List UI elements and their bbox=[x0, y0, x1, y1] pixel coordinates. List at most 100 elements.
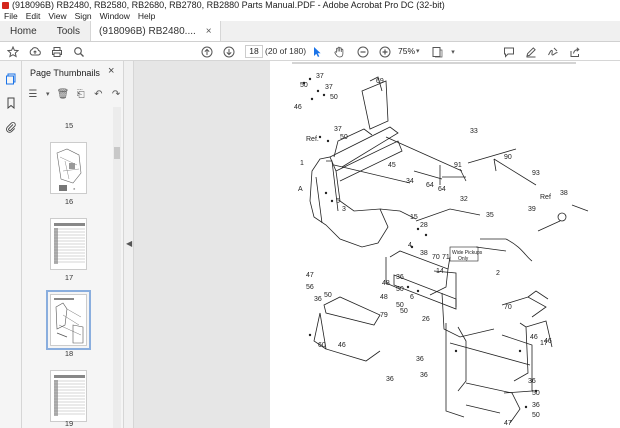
callout: 28 bbox=[420, 222, 428, 229]
callout: 47 bbox=[306, 272, 314, 279]
parts-diagram: 37 50 37 50 69 46 Ref. 37 50 33 1 45 91 … bbox=[292, 62, 589, 427]
window-title-bar: (918096B) RB2480, RB2580, RB2680, RB2780… bbox=[0, 0, 620, 11]
attachments-icon[interactable] bbox=[5, 121, 17, 133]
callout: 35 bbox=[486, 212, 494, 219]
thumbnail-options-icon[interactable]: ☰ bbox=[27, 89, 39, 100]
search-icon[interactable] bbox=[72, 44, 86, 59]
menu-view[interactable]: View bbox=[48, 11, 66, 21]
thumbnail-image bbox=[54, 223, 85, 264]
callout: 56 bbox=[306, 284, 314, 291]
hand-icon[interactable] bbox=[332, 44, 346, 59]
callout: 1 bbox=[300, 160, 304, 167]
menu-edit[interactable]: Edit bbox=[26, 11, 41, 21]
callout: 70 bbox=[504, 304, 512, 311]
callout: 36 bbox=[416, 356, 424, 363]
extract-page-icon[interactable]: ⎗ bbox=[75, 89, 87, 100]
zoom-in-icon[interactable] bbox=[378, 44, 392, 59]
callout: 50 bbox=[340, 134, 348, 141]
thumbnail-scrollbar-thumb[interactable] bbox=[114, 147, 120, 159]
sign-icon[interactable] bbox=[546, 44, 560, 59]
thumbnail-label: 18 bbox=[64, 349, 74, 358]
callout: 37 bbox=[325, 84, 333, 91]
callout: 50 bbox=[300, 82, 308, 89]
callout: 50 bbox=[324, 292, 332, 299]
thumbnail-image bbox=[54, 298, 84, 344]
callout: 36 bbox=[396, 274, 404, 281]
callout: 39 bbox=[528, 206, 536, 213]
callout: 48 bbox=[382, 280, 390, 287]
callout: 69 bbox=[376, 78, 384, 85]
callout: 14 bbox=[436, 268, 444, 275]
panel-close-icon[interactable]: × bbox=[108, 65, 114, 77]
callout: 36 bbox=[532, 402, 540, 409]
pen-icon[interactable] bbox=[524, 44, 538, 59]
page-number-input[interactable]: 18 bbox=[245, 45, 263, 58]
callout: 36 bbox=[314, 296, 322, 303]
callout: 50 bbox=[400, 308, 408, 315]
pdf-page: 37 50 37 50 69 46 Ref. 37 50 33 1 45 91 … bbox=[270, 61, 620, 428]
thumbnail-page-18[interactable] bbox=[46, 290, 91, 350]
share-icon[interactable] bbox=[568, 44, 582, 59]
menu-window[interactable]: Window bbox=[100, 11, 130, 21]
callout: 50 bbox=[532, 412, 540, 419]
callout: 46 bbox=[338, 342, 346, 349]
callout: 71 bbox=[442, 254, 450, 261]
undo-icon[interactable]: ↶ bbox=[92, 89, 104, 100]
callout: 60 bbox=[318, 342, 326, 349]
callout: 70 bbox=[432, 254, 440, 261]
svg-text:✕: ✕ bbox=[73, 187, 76, 191]
thumbnail-scrollbar[interactable] bbox=[113, 107, 121, 428]
callout: 93 bbox=[532, 170, 540, 177]
thumbnail-page-17[interactable] bbox=[50, 218, 87, 270]
print-icon[interactable] bbox=[50, 44, 64, 59]
thumbnail-label: 17 bbox=[64, 273, 74, 282]
panel-toolbar: ☰ ▾ 🗑 ⎗ ↶ ↷ bbox=[27, 86, 122, 102]
tab-close-icon[interactable]: × bbox=[206, 21, 212, 42]
delete-page-icon[interactable]: 🗑 bbox=[57, 89, 70, 100]
select-arrow-icon[interactable] bbox=[310, 44, 324, 59]
zoom-out-icon[interactable] bbox=[356, 44, 370, 59]
document-viewer[interactable]: 37 50 37 50 69 46 Ref. 37 50 33 1 45 91 … bbox=[134, 61, 620, 428]
thumbnails-panel: Page Thumbnails × ☰ ▾ 🗑 ⎗ ↶ ↷ 15 ✕ 16 17… bbox=[22, 61, 124, 428]
zoom-level[interactable]: 75% bbox=[398, 45, 415, 58]
callout: 38 bbox=[560, 190, 568, 197]
zoom-dropdown-icon[interactable]: ▾ bbox=[416, 45, 420, 58]
upload-icon[interactable] bbox=[28, 44, 42, 59]
thumbnail-page-16[interactable]: ✕ bbox=[50, 142, 87, 194]
callout: 2 bbox=[496, 270, 500, 277]
page-down-icon[interactable] bbox=[222, 44, 236, 59]
panel-title: Page Thumbnails bbox=[30, 68, 100, 78]
thumbnail-image: ✕ bbox=[56, 148, 82, 191]
page-up-icon[interactable] bbox=[200, 44, 214, 59]
callout: 4 bbox=[408, 242, 412, 249]
callout: 26 bbox=[422, 316, 430, 323]
menu-help[interactable]: Help bbox=[138, 11, 155, 21]
collapse-panel-icon[interactable]: ◀ bbox=[126, 239, 132, 248]
thumbnail-page-19[interactable] bbox=[50, 370, 87, 422]
navigation-rail bbox=[0, 61, 22, 428]
comment-icon[interactable] bbox=[502, 44, 516, 59]
callout: 5 bbox=[336, 198, 340, 205]
options-dropdown-icon[interactable]: ▾ bbox=[45, 90, 51, 98]
tab-tools[interactable]: Tools bbox=[47, 21, 90, 41]
tab-home[interactable]: Home bbox=[0, 21, 47, 41]
fit-page-icon[interactable] bbox=[430, 44, 444, 59]
callout: 36 bbox=[528, 378, 536, 385]
menu-sign[interactable]: Sign bbox=[75, 11, 92, 21]
callout: 90 bbox=[504, 154, 512, 161]
main-toolbar: 18 (20 of 180) 75% ▾ ▾ bbox=[0, 42, 620, 61]
menu-file[interactable]: File bbox=[4, 11, 18, 21]
page-thumbnails-icon[interactable] bbox=[5, 73, 17, 85]
bookmarks-icon[interactable] bbox=[5, 97, 17, 110]
callout: 47 bbox=[504, 420, 512, 427]
redo-icon[interactable]: ↷ bbox=[110, 89, 122, 100]
thumbnail-label: 15 bbox=[64, 121, 74, 130]
thumbnail-label: 16 bbox=[64, 197, 74, 206]
callout: 37 bbox=[334, 126, 342, 133]
fit-page-dropdown-icon[interactable]: ▾ bbox=[448, 44, 458, 59]
bookmark-star-icon[interactable] bbox=[6, 44, 20, 59]
panel-splitter[interactable]: ◀ bbox=[124, 61, 134, 428]
tab-document[interactable]: (918096B) RB2480.... × bbox=[90, 21, 221, 41]
callout: 37 bbox=[316, 73, 324, 80]
callout: 50 bbox=[330, 94, 338, 101]
